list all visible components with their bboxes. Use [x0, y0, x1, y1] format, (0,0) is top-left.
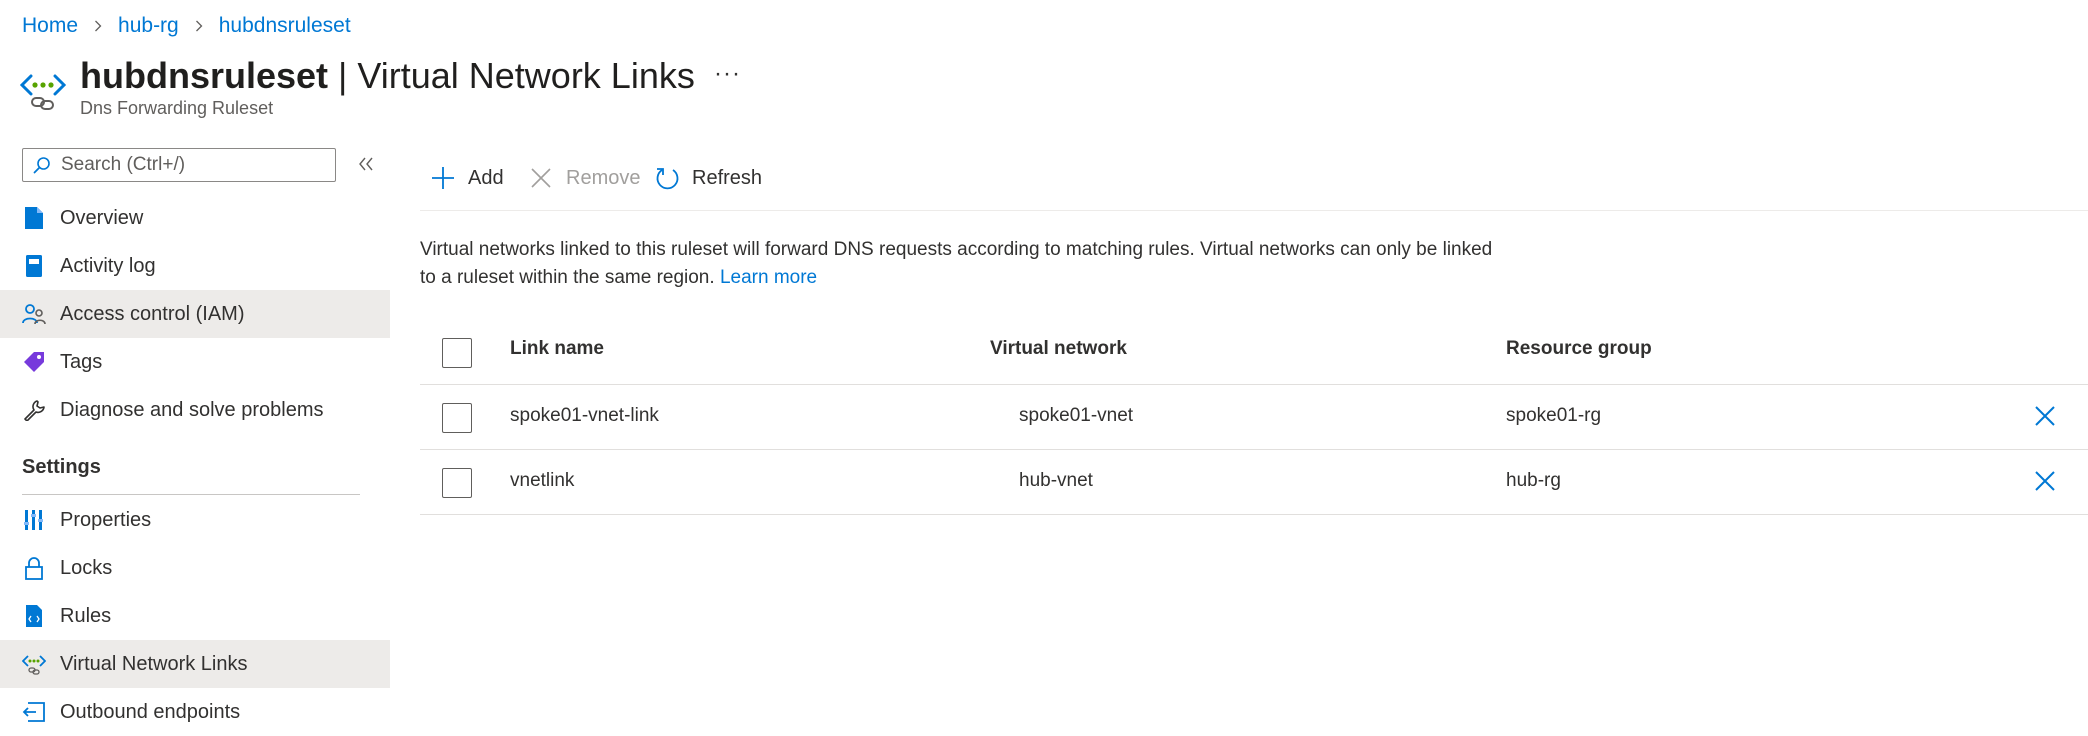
- chevron-right-icon: [193, 20, 205, 32]
- outbound-endpoint-icon: [22, 700, 46, 724]
- divider: [420, 449, 2088, 450]
- delete-icon[interactable]: [2034, 405, 2056, 427]
- vnet-link-icon: [22, 652, 46, 676]
- iam-icon: [22, 302, 46, 326]
- sidebar-item-label: Outbound endpoints: [60, 700, 241, 723]
- sidebar-item-activity-log[interactable]: Activity log: [0, 242, 390, 290]
- learn-more-link[interactable]: Learn more: [720, 267, 817, 288]
- sidebar-item-tags[interactable]: Tags: [0, 338, 390, 386]
- remove-button[interactable]: Remove: [528, 160, 640, 196]
- breadcrumb-home[interactable]: Home: [22, 14, 78, 38]
- divider: [420, 514, 2088, 515]
- plus-icon: [430, 165, 456, 191]
- sidebar-item-rules[interactable]: Rules: [0, 592, 390, 640]
- rules-icon: [22, 604, 46, 628]
- page-title-resource: hubdnsruleset: [80, 55, 329, 96]
- sidebar-item-locks[interactable]: Locks: [0, 544, 390, 592]
- sidebar-item-label: Rules: [60, 604, 112, 627]
- more-options-button[interactable]: ···: [714, 60, 741, 88]
- breadcrumb-resource-group[interactable]: hub-rg: [118, 14, 179, 38]
- resource-group-cell: hub-rg: [1506, 470, 1561, 491]
- dns-forwarding-ruleset-icon: [19, 68, 67, 114]
- page-title: hubdnsruleset | Virtual Network Links: [80, 52, 695, 100]
- divider: [22, 494, 360, 495]
- chevron-right-icon: [92, 20, 104, 32]
- sidebar-item-label: Virtual Network Links: [60, 652, 248, 675]
- sidebar-item-overview[interactable]: Overview: [0, 194, 390, 242]
- sidebar-item-label: Activity log: [60, 254, 156, 277]
- refresh-button[interactable]: Refresh: [654, 160, 762, 196]
- page-title-section: | Virtual Network Links: [328, 55, 695, 96]
- close-icon: [528, 165, 554, 191]
- wrench-icon: [22, 398, 46, 422]
- virtual-network-link[interactable]: hub-vnet: [1019, 470, 1093, 492]
- breadcrumb-resource[interactable]: hubdnsruleset: [219, 14, 351, 38]
- row-checkbox[interactable]: [442, 468, 472, 498]
- settings-section-heading: Settings: [22, 456, 101, 478]
- sidebar-item-access-control[interactable]: Access control (IAM): [0, 290, 390, 338]
- lock-icon: [22, 556, 46, 580]
- sidebar-item-label: Diagnose and solve problems: [60, 398, 324, 421]
- sidebar-search[interactable]: [22, 148, 336, 182]
- description: Virtual networks linked to this ruleset …: [420, 236, 1500, 292]
- virtual-network-link[interactable]: spoke01-vnet: [1019, 405, 1133, 427]
- sidebar-item-outbound-endpoints[interactable]: Outbound endpoints: [0, 688, 390, 736]
- activity-log-icon: [22, 254, 46, 278]
- sidebar-item-label: Tags: [60, 350, 103, 373]
- column-header-link-name[interactable]: Link name: [510, 338, 604, 360]
- overview-icon: [22, 206, 46, 230]
- sidebar-item-properties[interactable]: Properties: [0, 496, 390, 544]
- double-chevron-left-icon[interactable]: [356, 152, 376, 176]
- breadcrumb: Home hub-rg hubdnsruleset: [22, 10, 351, 42]
- row-checkbox[interactable]: [442, 403, 472, 433]
- refresh-button-label: Refresh: [692, 166, 763, 189]
- add-button-label: Add: [468, 166, 504, 189]
- link-name-cell: vnetlink: [510, 470, 575, 491]
- sidebar-item-virtual-network-links[interactable]: Virtual Network Links: [0, 640, 390, 688]
- add-button[interactable]: Add: [430, 160, 504, 196]
- delete-icon[interactable]: [2034, 470, 2056, 492]
- description-text: Virtual networks linked to this ruleset …: [420, 239, 1493, 288]
- remove-button-label: Remove: [566, 166, 641, 189]
- sidebar-item-label: Access control (IAM): [60, 302, 245, 325]
- divider: [420, 210, 2088, 211]
- select-all-checkbox[interactable]: [442, 338, 472, 368]
- column-header-resource-group[interactable]: Resource group: [1506, 338, 1652, 360]
- page-subtitle: Dns Forwarding Ruleset: [80, 98, 274, 118]
- search-input[interactable]: [59, 153, 323, 177]
- tag-icon: [22, 350, 46, 374]
- link-name-cell: spoke01-vnet-link: [510, 405, 659, 426]
- sidebar-item-label: Overview: [60, 206, 144, 229]
- sidebar-item-label: Locks: [60, 556, 113, 579]
- sidebar-item-diagnose[interactable]: Diagnose and solve problems: [0, 386, 390, 434]
- sidebar-item-label: Properties: [60, 508, 152, 531]
- properties-icon: [22, 508, 46, 532]
- divider: [420, 384, 2088, 385]
- search-icon: [33, 156, 51, 174]
- column-header-virtual-network[interactable]: Virtual network: [990, 338, 1127, 360]
- resource-group-cell: spoke01-rg: [1506, 405, 1602, 426]
- refresh-icon: [654, 165, 680, 191]
